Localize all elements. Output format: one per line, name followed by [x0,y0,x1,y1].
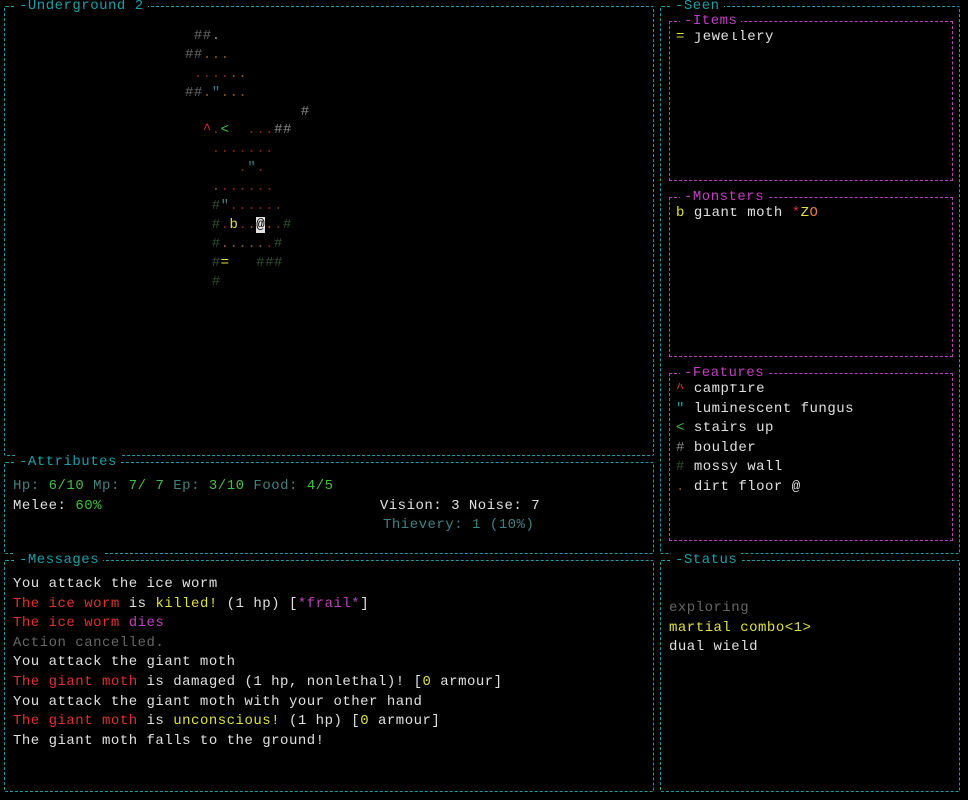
noise-label: Noise: [469,498,522,514]
message-line: Action cancelled. [13,634,645,654]
status-list: exploringmartial combo<1>dual wield [669,599,951,658]
features-subpanel: -Features ^ campfire" luminescent fungus… [669,373,953,541]
message-line: The ice worm is killed! (1 hp) [*frail*] [13,595,645,615]
map-title: -Underground 2 [15,0,148,17]
attributes-title: -Attributes [15,453,121,473]
messages-panel: -Messages You attack the ice wormThe ice… [4,560,654,792]
status-title: -Status [671,551,741,571]
message-line: The giant moth is unconscious! (1 hp) [0… [13,712,645,732]
items-title: -Items [680,12,741,32]
list-item[interactable]: " luminescent fungus [676,400,946,420]
map-panel[interactable]: -Underground 2 ##. ##... ...... ##."... … [4,6,654,456]
message-line: The ice worm dies [13,614,645,634]
features-list: ^ campfire" luminescent fungus< stairs u… [676,380,946,498]
ep-label: Ep: [173,478,200,494]
thievery-value: 1 (10%) [472,517,534,533]
mp-value: 7/ 7 [129,478,165,494]
game-map[interactable]: ##. ##... ...... ##."... # ^.< ...## ...… [185,27,310,291]
status-line: dual wield [669,638,951,658]
message-line: The giant moth is damaged (1 hp, nonleth… [13,673,645,693]
ep-value: 3/10 [209,478,245,494]
list-item[interactable]: # boulder [676,439,946,459]
melee-label: Melee: [13,498,66,514]
message-line: You attack the giant moth with your othe… [13,693,645,713]
monsters-title: -Monsters [680,188,768,208]
message-line: The giant moth falls to the ground! [13,732,645,752]
status-line: exploring [669,599,951,619]
list-item[interactable]: # mossy wall [676,458,946,478]
monsters-subpanel: -Monsters b giant moth *ZO [669,197,953,357]
message-line: You attack the giant moth [13,653,645,673]
mp-label: Mp: [93,478,120,494]
hp-value: 6/10 [49,478,85,494]
messages-list: You attack the ice wormThe ice worm is k… [13,575,645,751]
attributes-panel: -Attributes Hp: 6/10 Mp: 7/ 7 Ep: 3/10 F… [4,462,654,554]
items-subpanel: -Items = jewellery [669,21,953,181]
hp-label: Hp: [13,478,40,494]
noise-value: 7 [531,498,540,514]
message-line: You attack the ice worm [13,575,645,595]
seen-panel: -Seen -Items = jewellery -Monsters b gia… [660,6,960,554]
thievery-label: Thievery: [383,517,463,533]
status-line: martial combo<1> [669,619,951,639]
list-item[interactable]: < stairs up [676,419,946,439]
vision-value: 3 [451,498,460,514]
vision-label: Vision: [380,498,442,514]
messages-title: -Messages [15,551,103,571]
food-label: Food: [253,478,298,494]
melee-value: 60% [75,498,102,514]
status-panel: -Status exploringmartial combo<1>dual wi… [660,560,960,792]
features-title: -Features [680,364,768,384]
list-item[interactable]: . dirt floor @ [676,478,946,498]
food-value: 4/5 [307,478,334,494]
